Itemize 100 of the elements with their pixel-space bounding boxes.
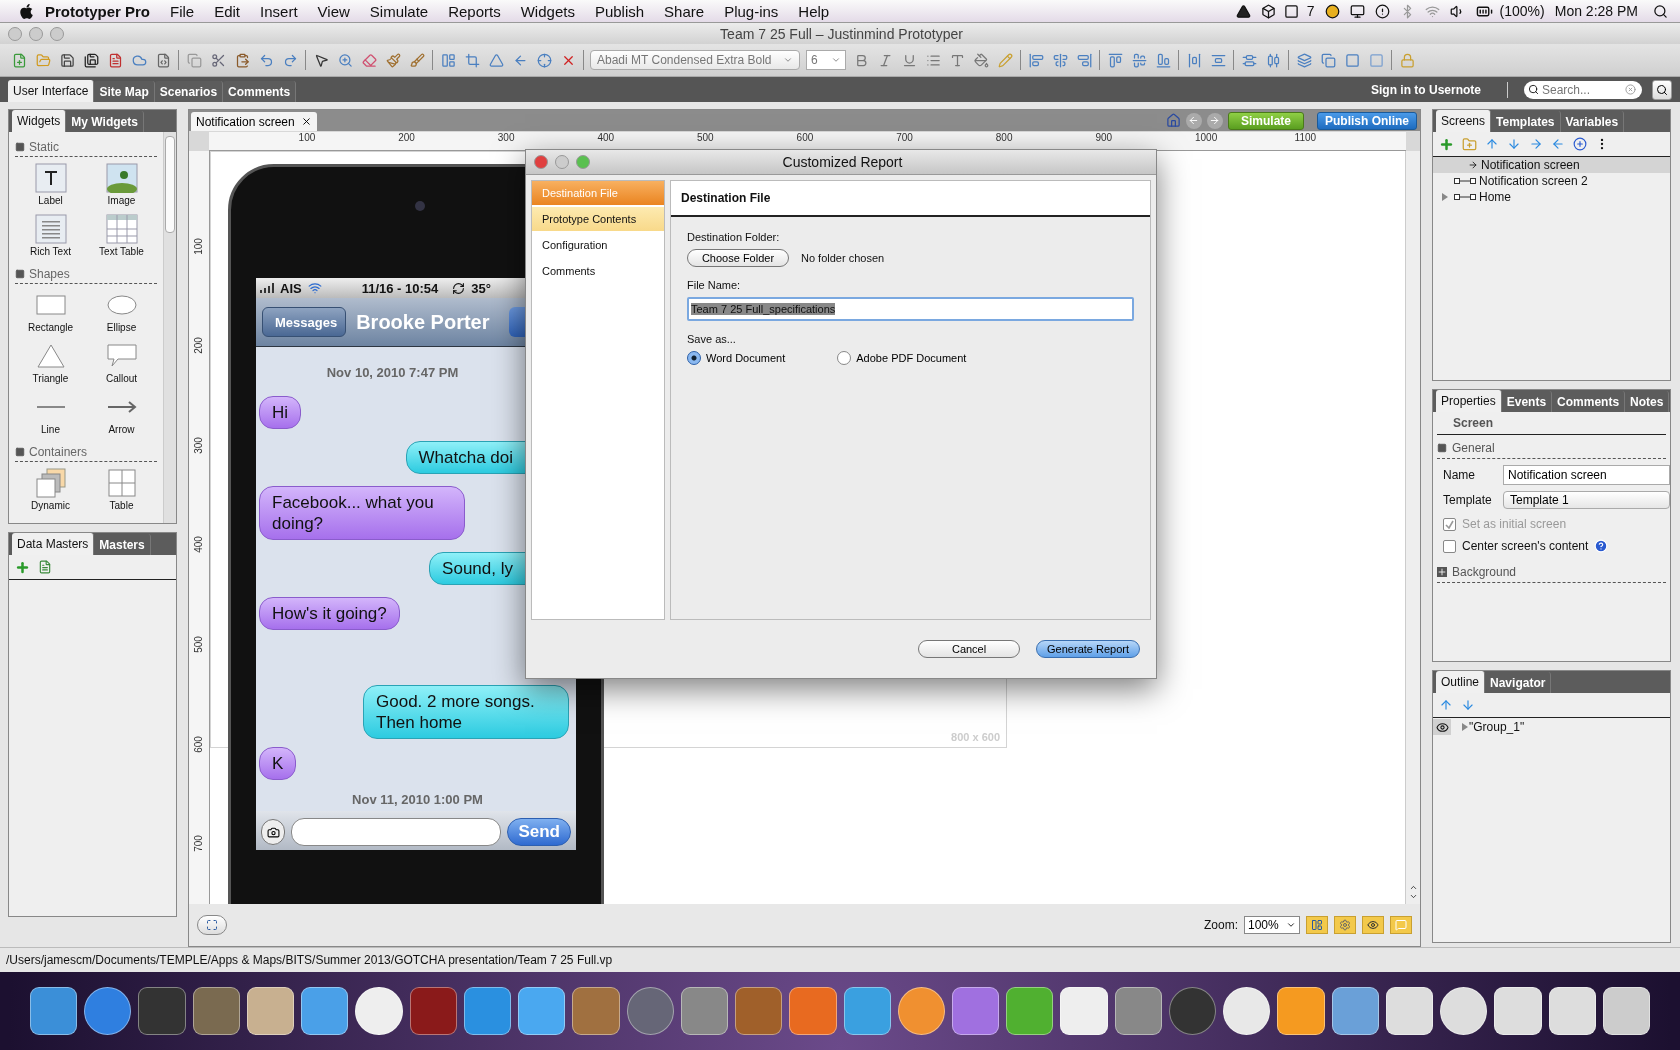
menu-item[interactable]: Edit <box>204 2 251 20</box>
widget-item[interactable]: Arrow <box>86 390 157 437</box>
home-icon[interactable] <box>1165 113 1181 128</box>
align-right-icon[interactable] <box>1075 51 1093 69</box>
crop-icon[interactable] <box>463 51 481 69</box>
fit-button[interactable] <box>197 915 227 935</box>
dialog-close-button[interactable] <box>534 155 548 169</box>
format-radio[interactable]: Adobe PDF Document <box>837 351 967 365</box>
widget-item[interactable]: Ellipse <box>86 288 157 335</box>
widget-item[interactable]: Triangle <box>15 339 86 386</box>
panel-tab[interactable]: Outline <box>1436 671 1486 693</box>
widget-item[interactable]: Table <box>86 466 157 513</box>
dock-app-icon[interactable] <box>301 987 349 1035</box>
arrow-down-icon[interactable] <box>1507 137 1521 151</box>
dock-app-icon[interactable] <box>192 987 240 1035</box>
triangle-icon[interactable] <box>1235 3 1251 19</box>
screen-tree-item[interactable]: Notification screen <box>1433 157 1670 173</box>
monitor-icon[interactable] <box>1349 3 1365 19</box>
generate-report-button[interactable]: Generate Report <box>1036 640 1140 658</box>
dialog-zoom-button[interactable] <box>576 155 590 169</box>
app-menu[interactable]: Prototyper Pro <box>35 2 160 20</box>
clock[interactable]: Mon 2:28 PM <box>1549 3 1643 19</box>
collapse-icon[interactable] <box>15 269 25 279</box>
align-top-icon[interactable] <box>1106 51 1124 69</box>
sign-in-link[interactable]: Sign in to Usernote <box>1371 82 1481 97</box>
search-input[interactable]: Search... <box>1542 82 1622 97</box>
eye-button[interactable] <box>1362 916 1384 934</box>
radio-icon[interactable] <box>837 351 852 365</box>
scrollbar[interactable] <box>1405 151 1420 904</box>
menu-item[interactable]: Plug-ins <box>714 2 789 20</box>
crosshair-icon[interactable] <box>535 51 553 69</box>
add-circle-icon[interactable] <box>1573 137 1587 151</box>
checkbox[interactable] <box>1443 539 1456 553</box>
wifi-icon[interactable] <box>1424 3 1440 19</box>
add-icon[interactable] <box>1439 136 1454 152</box>
mode-tab[interactable]: Scenarios <box>154 81 224 102</box>
dock-app-icon[interactable] <box>1223 987 1271 1035</box>
messages-back-button[interactable]: Messages <box>262 307 347 337</box>
window-zoom-button[interactable] <box>50 26 64 41</box>
box-icon[interactable] <box>1260 3 1276 19</box>
dock-app-icon[interactable] <box>463 987 512 1035</box>
back-icon[interactable] <box>1185 112 1202 129</box>
widget-item[interactable]: Label <box>15 161 86 208</box>
brush-icon[interactable] <box>384 51 402 69</box>
align-left-icon[interactable] <box>1027 51 1045 69</box>
font-size-select[interactable]: 6 <box>806 50 846 70</box>
close-icon[interactable] <box>300 116 312 127</box>
editor-tab[interactable]: Notification screen <box>191 112 317 131</box>
format-radio[interactable]: Word Document <box>687 351 786 365</box>
camera-button[interactable] <box>261 819 285 845</box>
panel-toggle-button[interactable] <box>1306 916 1328 934</box>
square-icon[interactable] <box>1283 3 1299 19</box>
panel-tab[interactable]: Widgets <box>12 110 67 132</box>
widget-item[interactable]: Image <box>86 161 157 208</box>
scroll-up-icon[interactable] <box>1408 883 1418 892</box>
widget-item[interactable]: Rich Text <box>15 212 86 259</box>
search-icon[interactable] <box>1653 3 1668 19</box>
save-all-icon[interactable] <box>82 51 100 69</box>
alert-icon[interactable] <box>1374 3 1390 19</box>
settings-button[interactable] <box>1334 916 1356 934</box>
menu-item[interactable]: Simulate <box>359 2 439 20</box>
spreadsheet-icon[interactable] <box>38 560 52 574</box>
circle-icon[interactable] <box>1324 3 1340 19</box>
search-button[interactable] <box>1652 79 1672 100</box>
dock-app-icon[interactable] <box>30 987 78 1035</box>
copy-icon[interactable] <box>185 51 203 69</box>
scrollbar[interactable] <box>163 132 176 523</box>
dialog-nav-item[interactable]: Prototype Contents <box>532 207 664 231</box>
dock-app-icon[interactable] <box>1494 987 1542 1035</box>
cancel-button[interactable]: Cancel <box>918 640 1021 658</box>
folder-add-icon[interactable] <box>1462 136 1477 152</box>
window-close-button[interactable] <box>8 26 22 41</box>
widget-item[interactable]: Dynamic <box>15 466 86 513</box>
mode-tab[interactable]: Site Map <box>94 81 155 102</box>
zoom-in-icon[interactable] <box>336 51 354 69</box>
outline-item[interactable]: "Group_1" <box>1469 720 1525 734</box>
widget-item[interactable]: Rectangle <box>15 288 86 335</box>
scissors-icon[interactable] <box>209 51 227 69</box>
visibility-toggle[interactable] <box>1433 719 1451 735</box>
menu-item[interactable]: Share <box>654 2 715 20</box>
dock-app-icon[interactable] <box>518 987 566 1035</box>
menu-item[interactable]: Publish <box>584 2 655 20</box>
panel-icon[interactable] <box>439 51 457 69</box>
menu-item[interactable]: View <box>307 2 360 20</box>
dock-app-icon[interactable] <box>1602 987 1650 1035</box>
name-field[interactable]: Notification screen <box>1503 465 1670 485</box>
mode-tab[interactable]: User Interface <box>8 80 95 102</box>
collapse-icon[interactable] <box>15 447 25 457</box>
expand-triangle-icon[interactable] <box>1461 723 1469 731</box>
publish-button[interactable]: Publish Online <box>1317 111 1417 130</box>
collapse-icon[interactable] <box>15 142 25 152</box>
mode-tab[interactable]: Comments <box>223 81 297 102</box>
dock-app-icon[interactable] <box>355 987 403 1035</box>
dock-app-icon[interactable] <box>246 987 295 1035</box>
paint-bucket-icon[interactable] <box>972 51 990 69</box>
align-middle-icon[interactable] <box>1130 51 1148 69</box>
file-name-field[interactable]: Team 7 25 Full_specifications <box>687 297 1134 321</box>
save-icon[interactable] <box>58 51 76 69</box>
panel-tab[interactable]: Properties <box>1436 390 1502 412</box>
clear-icon[interactable] <box>1625 84 1636 95</box>
